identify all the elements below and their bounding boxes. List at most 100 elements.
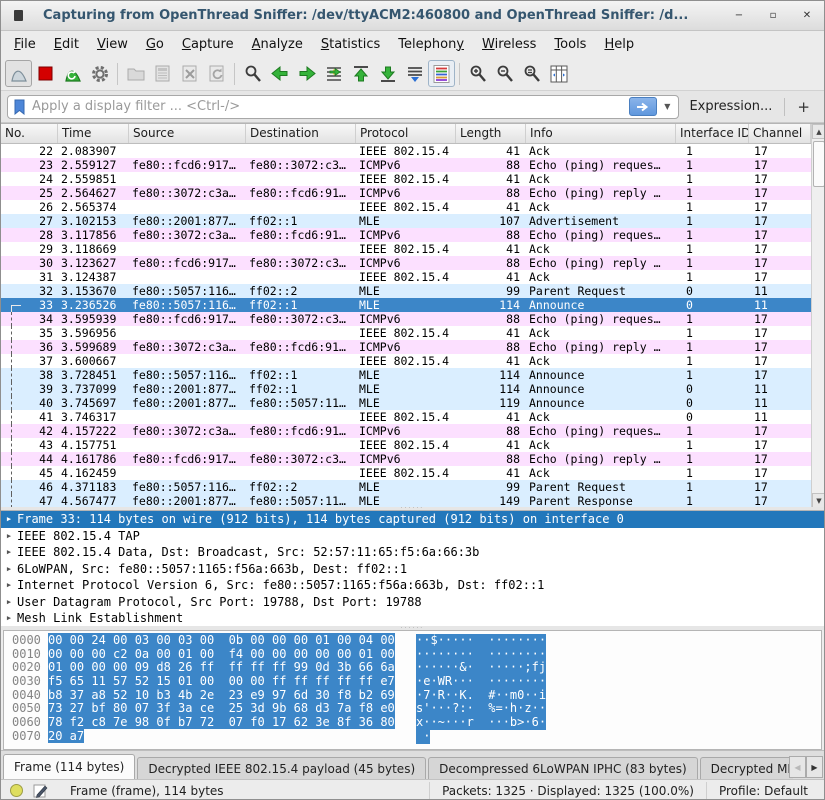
byte-view-tab-0[interactable]: Frame (114 bytes) [3,754,135,779]
menu-statistics[interactable]: Statistics [312,34,389,55]
hex-bytes[interactable]: b8 37 a8 52 10 b3 4b 2e 23 e9 97 6d 30 f… [48,688,395,702]
maximize-button[interactable]: ▫ [756,2,790,30]
hex-ascii[interactable]: ··$····· ········ [416,634,546,648]
packet-row-30[interactable]: 303.123627fe80::fcd6:917…fe80::3072:c3…I… [1,256,811,270]
column-header-length[interactable]: Length [456,124,526,143]
packet-row-40[interactable]: 403.745697fe80::2001:877…fe80::5057:11…M… [1,396,811,410]
detail-line-4[interactable]: ▶Internet Protocol Version 6, Src: fe80:… [1,577,825,594]
hex-bytes[interactable]: 20 a7 [48,729,84,743]
go-forward-button[interactable] [293,60,320,87]
packet-row-45[interactable]: 454.162459IEEE 802.15.441Ack117 [1,466,811,480]
hex-bytes[interactable]: 00 00 00 c2 0a 00 01 00 f4 00 00 00 00 0… [48,647,395,661]
packet-row-31[interactable]: 313.124387IEEE 802.15.441Ack117 [1,270,811,284]
resize-columns-button[interactable] [545,60,572,87]
menu-edit[interactable]: Edit [45,34,88,55]
column-header-time[interactable]: Time [58,124,129,143]
open-file-button[interactable] [122,60,149,87]
minimize-button[interactable]: − [722,2,756,30]
hex-ascii[interactable]: ·7·R··K. #··m0··i [416,689,546,703]
apply-filter-button[interactable] [629,97,657,116]
scrollbar-up-arrow[interactable]: ▲ [812,124,825,139]
column-header-channel[interactable]: Channel [749,124,811,143]
packet-row-25[interactable]: 252.564627fe80::3072:c3a…fe80::fcd6:91…I… [1,186,811,200]
hex-line-0020[interactable]: 002001 00 00 00 09 d8 26 ff ff ff ff 99 … [4,661,821,675]
packet-row-36[interactable]: 363.599689fe80::3072:c3a…fe80::fcd6:91…I… [1,340,811,354]
menu-capture[interactable]: Capture [173,34,243,55]
bookmark-icon[interactable] [13,99,26,115]
save-file-button[interactable] [149,60,176,87]
packet-row-22[interactable]: 222.083907IEEE 802.15.441Ack117 [1,144,811,158]
expert-info-icon[interactable] [10,784,23,797]
detail-line-1[interactable]: ▶IEEE 802.15.4 TAP [1,528,825,545]
go-to-bottom-button[interactable] [374,60,401,87]
hex-ascii[interactable]: x··~···r ···b>·6· [416,716,546,730]
packet-row-26[interactable]: 262.565374IEEE 802.15.441Ack117 [1,200,811,214]
packet-row-32[interactable]: 323.153670fe80::5057:116…ff02::2MLE99Par… [1,284,811,298]
column-header-interface-id[interactable]: Interface ID [676,124,749,143]
go-to-top-button[interactable] [347,60,374,87]
menu-file[interactable]: File [5,34,45,55]
menu-telephony[interactable]: Telephony [389,34,473,55]
hex-bytes[interactable]: 78 f2 c8 7e 98 0f b7 72 07 f0 17 62 3e 8… [48,715,395,729]
hex-line-0000[interactable]: 000000 00 24 00 03 00 03 00 0b 00 00 00 … [4,634,821,648]
start-capture-button[interactable] [5,60,32,87]
go-back-button[interactable] [266,60,293,87]
expand-arrow-icon[interactable]: ▶ [1,594,17,611]
column-header-info[interactable]: Info [526,124,676,143]
packet-row-43[interactable]: 434.157751IEEE 802.15.441Ack117 [1,438,811,452]
close-button[interactable]: ✕ [790,2,824,30]
hex-line-0040[interactable]: 0040b8 37 a8 52 10 b3 4b 2e 23 e9 97 6d … [4,689,821,703]
column-header-protocol[interactable]: Protocol [356,124,456,143]
tab-scroll-left-button[interactable]: ◀ [789,756,806,778]
packet-row-46[interactable]: 464.371183fe80::5057:116…ff02::2MLE99Par… [1,480,811,494]
detail-line-6[interactable]: ▶Mesh Link Establishment [1,610,825,626]
packet-row-41[interactable]: 413.746317IEEE 802.15.441Ack011 [1,410,811,424]
packet-row-23[interactable]: 232.559127fe80::fcd6:917…fe80::3072:c3…I… [1,158,811,172]
go-to-packet-button[interactable] [320,60,347,87]
zoom-out-button[interactable] [491,60,518,87]
hex-line-0050[interactable]: 005073 27 bf 80 07 3f 3a ce 25 3d 9b 68 … [4,702,821,716]
hex-line-0070[interactable]: 007020 a7 · [4,730,821,744]
tab-scroll-right-button[interactable]: ▶ [806,756,823,778]
hex-bytes[interactable]: 73 27 bf 80 07 3f 3a ce 25 3d 9b 68 d3 7… [48,701,395,715]
hex-line-0060[interactable]: 006078 f2 c8 7e 98 0f b7 72 07 f0 17 62 … [4,716,821,730]
close-file-button[interactable] [176,60,203,87]
menu-view[interactable]: View [88,34,137,55]
detail-line-3[interactable]: ▶6LoWPAN, Src: fe80::5057:1165:f56a:663b… [1,561,825,578]
filter-history-dropdown[interactable]: ▼ [664,102,670,111]
column-header-no[interactable]: No. [1,124,58,143]
expand-arrow-icon[interactable]: ▶ [1,528,17,545]
menu-help[interactable]: Help [595,34,643,55]
detail-line-5[interactable]: ▶User Datagram Protocol, Src Port: 19788… [1,594,825,611]
packet-row-39[interactable]: 393.737099fe80::2001:877…ff02::1MLE114An… [1,382,811,396]
byte-view-tab-1[interactable]: Decrypted IEEE 802.15.4 payload (45 byte… [137,757,426,779]
hex-line-0010[interactable]: 001000 00 00 c2 0a 00 01 00 f4 00 00 00 … [4,648,821,662]
hex-bytes[interactable]: f5 65 11 57 52 15 01 00 00 00 ff ff ff f… [48,674,395,688]
packet-row-29[interactable]: 293.118669IEEE 802.15.441Ack117 [1,242,811,256]
menu-tools[interactable]: Tools [545,34,595,55]
zoom-reset-button[interactable] [518,60,545,87]
find-packet-button[interactable] [239,60,266,87]
column-header-destination[interactable]: Destination [246,124,356,143]
expand-arrow-icon[interactable]: ▶ [1,577,17,594]
menu-wireless[interactable]: Wireless [473,34,545,55]
packet-row-24[interactable]: 242.559851IEEE 802.15.441Ack117 [1,172,811,186]
zoom-in-button[interactable] [464,60,491,87]
auto-scroll-button[interactable] [401,60,428,87]
packet-row-42[interactable]: 424.157222fe80::3072:c3a…fe80::fcd6:91…I… [1,424,811,438]
packet-row-27[interactable]: 273.102153fe80::2001:877…ff02::1MLE107Ad… [1,214,811,228]
packet-row-35[interactable]: 353.596956IEEE 802.15.441Ack117 [1,326,811,340]
hex-ascii[interactable]: ······&· ·····;fj [416,661,546,675]
hex-line-0030[interactable]: 0030f5 65 11 57 52 15 01 00 00 00 ff ff … [4,675,821,689]
expand-arrow-icon[interactable]: ▶ [1,561,17,578]
restart-capture-button[interactable] [59,60,86,87]
menu-go[interactable]: Go [137,34,173,55]
hex-bytes[interactable]: 00 00 24 00 03 00 03 00 0b 00 00 00 01 0… [48,633,395,647]
hex-ascii[interactable]: ·e·WR··· ········ [416,675,546,689]
scrollbar-down-arrow[interactable]: ▼ [812,493,825,508]
capture-options-button[interactable] [86,60,113,87]
column-header-source[interactable]: Source [129,124,246,143]
expand-arrow-icon[interactable]: ▶ [1,511,17,528]
detail-line-2[interactable]: ▶IEEE 802.15.4 Data, Dst: Broadcast, Src… [1,544,825,561]
byte-view-tab-2[interactable]: Decompressed 6LoWPAN IPHC (83 bytes) [428,757,698,779]
